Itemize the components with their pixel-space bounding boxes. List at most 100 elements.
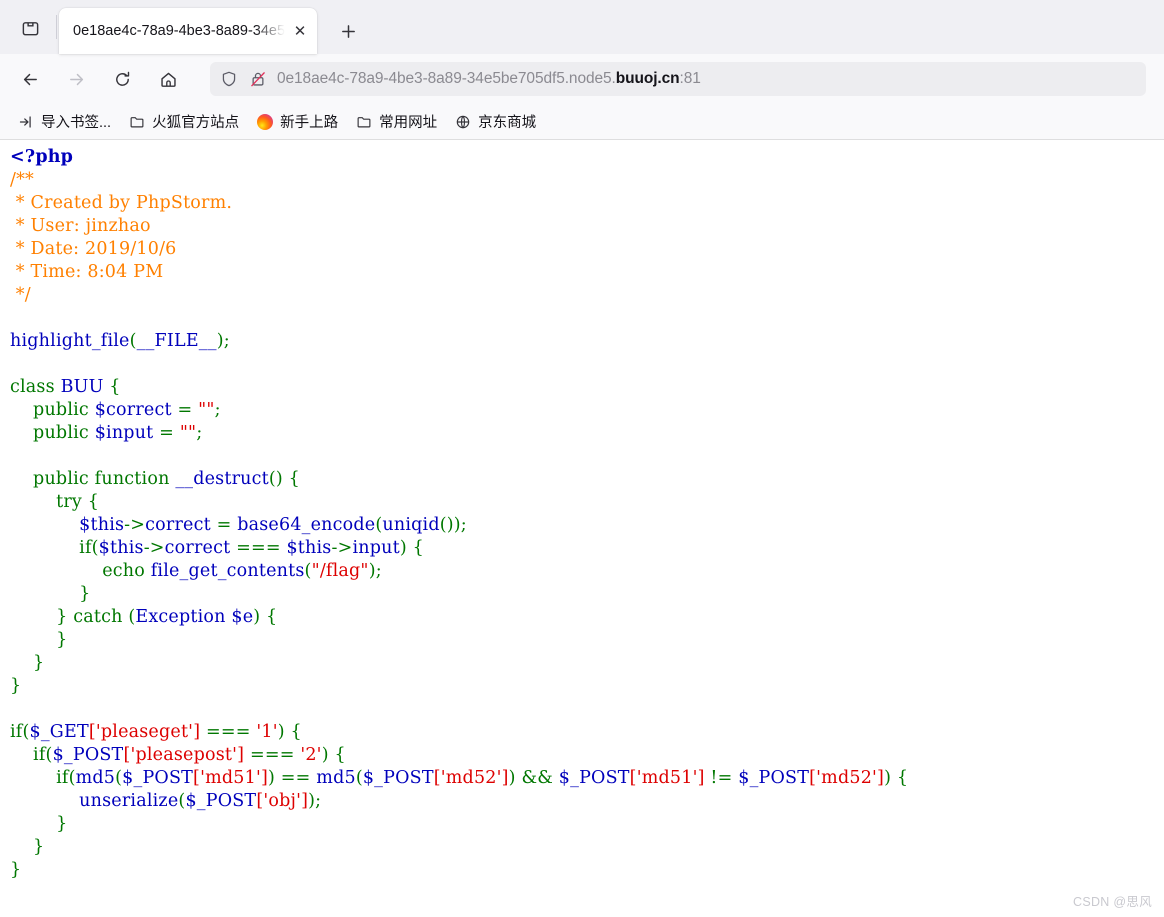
bookmark-label: 火狐官方站点 bbox=[152, 115, 240, 131]
code-line: echo file_get_contents("/flag"); bbox=[10, 561, 382, 581]
globe-icon bbox=[454, 113, 472, 131]
php-source-listing: <?php /** * Created by PhpStorm. * User:… bbox=[0, 140, 1164, 882]
close-icon[interactable]: ✕ bbox=[287, 18, 313, 44]
code-token: ( bbox=[22, 722, 30, 742]
code-token: public function bbox=[10, 469, 176, 489]
code-token: echo bbox=[10, 561, 151, 581]
code-token: "" bbox=[198, 400, 215, 420]
new-tab-button[interactable] bbox=[331, 14, 365, 48]
code-token: () { bbox=[268, 469, 301, 489]
code-token: md5 bbox=[316, 768, 356, 788]
code-token: ( bbox=[355, 768, 363, 788]
bookmark-label: 新手上路 bbox=[280, 115, 339, 131]
code-token: class bbox=[10, 377, 61, 397]
code-line: } bbox=[10, 653, 44, 673]
code-token: file_get_contents bbox=[150, 561, 305, 581]
shield-icon[interactable] bbox=[220, 70, 238, 88]
code-line: <?php bbox=[10, 147, 73, 167]
address-bar-url: 0e18ae4c-78a9-4be3-8a89-34e5be705df5.nod… bbox=[277, 70, 701, 88]
tab-separator bbox=[56, 15, 57, 39]
code-token: $e bbox=[231, 607, 254, 627]
forward-arrow-icon bbox=[69, 73, 83, 85]
code-line: } bbox=[10, 814, 67, 834]
code-token: __destruct bbox=[175, 469, 269, 489]
code-line: if($_GET['pleaseget'] === '1') { bbox=[10, 722, 302, 742]
bookmark-jd-mall[interactable]: 京东商城 bbox=[447, 109, 543, 135]
code-line: public $correct = ""; bbox=[10, 400, 221, 420]
code-token: ; bbox=[214, 400, 221, 420]
bookmark-folder-firefox-official[interactable]: 火狐官方站点 bbox=[121, 109, 246, 135]
code-token: === bbox=[244, 745, 301, 765]
code-line: */ bbox=[10, 285, 31, 305]
code-token: } bbox=[10, 837, 45, 857]
browser-window: 0e18ae4c-78a9-4be3-8a89-34e5be705df5.nod… bbox=[0, 0, 1164, 916]
code-line: * User: jinzhao bbox=[10, 216, 151, 236]
code-line: unserialize($_POST['obj']); bbox=[10, 791, 321, 811]
import-bookmarks-icon bbox=[17, 113, 35, 131]
code-token: ( bbox=[45, 745, 53, 765]
code-token: * Date: 2019/10/6 bbox=[10, 239, 177, 259]
lock-crossed-insecure-icon[interactable] bbox=[249, 70, 267, 88]
bookmark-getting-started[interactable]: 新手上路 bbox=[249, 109, 345, 135]
code-line: $this->correct = base64_encode(uniqid())… bbox=[10, 515, 467, 535]
tab-title: 0e18ae4c-78a9-4be3-8a89-34e5be705df5.nod… bbox=[73, 23, 287, 39]
code-token: '2' bbox=[300, 745, 322, 765]
code-token: public bbox=[10, 423, 95, 443]
url-port: :81 bbox=[679, 70, 701, 87]
code-token: correct bbox=[145, 515, 217, 535]
code-token: $_POST bbox=[362, 768, 434, 788]
code-token: BUU bbox=[60, 377, 110, 397]
forward-button[interactable] bbox=[58, 61, 94, 97]
home-button[interactable] bbox=[150, 61, 186, 97]
code-token: { bbox=[109, 377, 121, 397]
code-token: * Created by PhpStorm. bbox=[10, 193, 233, 213]
bookmark-import[interactable]: 导入书签... bbox=[10, 109, 118, 135]
code-token: ['md52'] bbox=[809, 768, 885, 788]
code-line: * Time: 8:04 PM bbox=[10, 262, 163, 282]
code-token: $correct bbox=[94, 400, 178, 420]
code-token: public bbox=[10, 400, 95, 420]
list-all-tabs-button[interactable] bbox=[10, 8, 50, 48]
code-token: $_GET bbox=[29, 722, 89, 742]
code-token: if bbox=[10, 722, 23, 742]
page-content: <?php /** * Created by PhpStorm. * User:… bbox=[0, 140, 1164, 916]
reload-button[interactable] bbox=[104, 61, 140, 97]
code-token: /** bbox=[10, 170, 34, 190]
code-line: * Created by PhpStorm. bbox=[10, 193, 232, 213]
browser-tab[interactable]: 0e18ae4c-78a9-4be3-8a89-34e5be705df5.nod… bbox=[59, 8, 317, 54]
code-line: highlight_file(__FILE__); bbox=[10, 331, 230, 351]
code-token: } bbox=[10, 653, 45, 673]
firefox-logo-icon bbox=[256, 113, 274, 131]
code-token: ) { bbox=[399, 538, 424, 558]
code-token: $this bbox=[98, 538, 144, 558]
code-token: ['md51'] bbox=[193, 768, 268, 788]
code-token: highlight_file bbox=[10, 331, 130, 351]
code-token: } bbox=[10, 860, 22, 880]
back-button[interactable] bbox=[12, 61, 48, 97]
code-token: = bbox=[159, 423, 180, 443]
bookmark-label: 常用网址 bbox=[379, 115, 438, 131]
reload-icon bbox=[115, 71, 129, 86]
home-icon bbox=[160, 72, 176, 87]
bookmark-folder-common-sites[interactable]: 常用网址 bbox=[348, 109, 444, 135]
code-token: -> bbox=[124, 515, 146, 535]
code-line: try { bbox=[10, 492, 99, 512]
tab-bar: 0e18ae4c-78a9-4be3-8a89-34e5be705df5.nod… bbox=[0, 0, 1164, 54]
code-token: __FILE__ bbox=[136, 331, 217, 351]
back-arrow-icon bbox=[23, 73, 37, 85]
code-token: $_POST bbox=[122, 768, 194, 788]
code-token: input bbox=[352, 538, 400, 558]
code-token: Exception bbox=[135, 607, 232, 627]
address-bar[interactable]: 0e18ae4c-78a9-4be3-8a89-34e5be705df5.nod… bbox=[210, 62, 1146, 96]
code-line: } bbox=[10, 630, 67, 650]
code-line: if($_POST['pleasepost'] === '2') { bbox=[10, 745, 346, 765]
code-line: } bbox=[10, 676, 21, 696]
code-token: } catch bbox=[10, 607, 129, 627]
code-token: ( bbox=[91, 538, 99, 558]
navigation-toolbar: 0e18ae4c-78a9-4be3-8a89-34e5be705df5.nod… bbox=[0, 54, 1164, 104]
code-token: "" bbox=[179, 423, 197, 443]
code-token: ()); bbox=[439, 515, 467, 535]
code-token: $_POST bbox=[558, 768, 630, 788]
code-line: } catch (Exception $e) { bbox=[10, 607, 277, 627]
csdn-watermark: CSDN @思风 bbox=[1073, 895, 1152, 909]
